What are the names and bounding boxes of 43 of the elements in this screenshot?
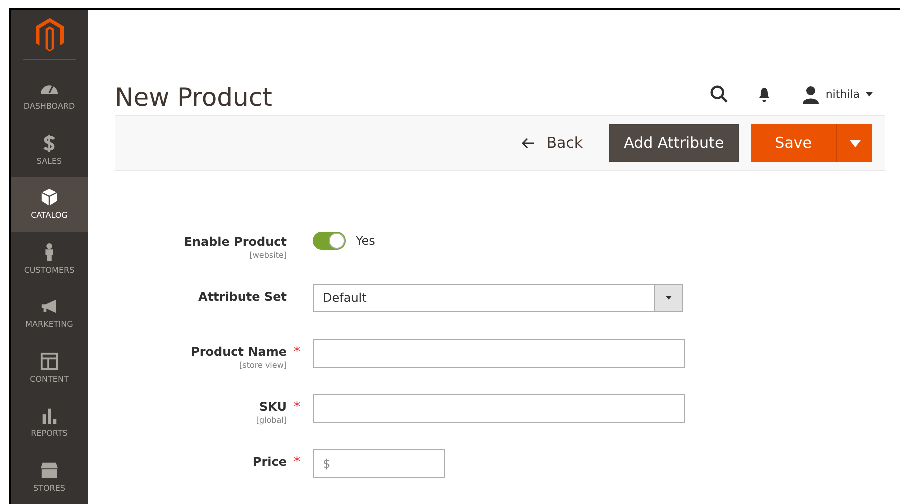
- attribute-set-dropdown[interactable]: Default: [313, 284, 683, 312]
- caret-icon: [850, 140, 861, 148]
- user-icon: [802, 86, 820, 104]
- required-asterisk: *: [294, 345, 300, 360]
- box-icon: [40, 188, 59, 208]
- add-attribute-button[interactable]: Add Attribute: [609, 124, 740, 162]
- sidebar-item[interactable]: STORES: [11, 450, 88, 504]
- logo-icon: [36, 18, 64, 52]
- sidebar-item[interactable]: REPORTS: [11, 395, 88, 450]
- input-field[interactable]: [313, 339, 685, 368]
- scope-label: [global]: [256, 416, 287, 426]
- sidebar-item[interactable]: CUSTOMERS: [11, 232, 88, 286]
- back-button[interactable]: Back: [522, 134, 584, 152]
- save-button[interactable]: Save: [751, 124, 836, 162]
- field-label: Product Name: [191, 344, 287, 361]
- required-asterisk: *: [294, 455, 300, 470]
- save-options-button[interactable]: [836, 124, 872, 162]
- layout-icon: [40, 352, 59, 371]
- field-label: SKU: [260, 399, 287, 416]
- search-icon[interactable]: [710, 85, 729, 104]
- scope-label: [website]: [250, 251, 287, 261]
- sidebar-item[interactable]: SALES: [11, 122, 88, 177]
- sidebar-item[interactable]: CATALOG: [11, 177, 88, 232]
- field-label: Attribute Set: [198, 289, 287, 306]
- toggle-switch[interactable]: [313, 232, 346, 250]
- arrow-left-icon: [522, 138, 535, 149]
- store-icon: [40, 460, 59, 480]
- notification-bell-icon[interactable]: [756, 86, 772, 102]
- required-asterisk: *: [294, 400, 300, 415]
- caret-icon: [666, 296, 672, 300]
- field-label: Price: [252, 454, 287, 471]
- toggle-value: Yes: [356, 234, 376, 248]
- input-field[interactable]: [313, 394, 685, 423]
- bars-icon: [40, 406, 59, 426]
- field-label: Enable Product: [184, 234, 287, 251]
- page-title: New Product: [115, 83, 272, 113]
- price-field[interactable]: $: [313, 449, 445, 478]
- scope-label: [store view]: [240, 361, 287, 371]
- user-menu[interactable]: nithila: [802, 86, 873, 104]
- sidebar-item[interactable]: CONTENT: [11, 340, 88, 395]
- sidebar-item[interactable]: DASHBOARD: [11, 68, 88, 122]
- caret-icon: [866, 92, 873, 97]
- sidebar-item[interactable]: MARKETING: [11, 286, 88, 340]
